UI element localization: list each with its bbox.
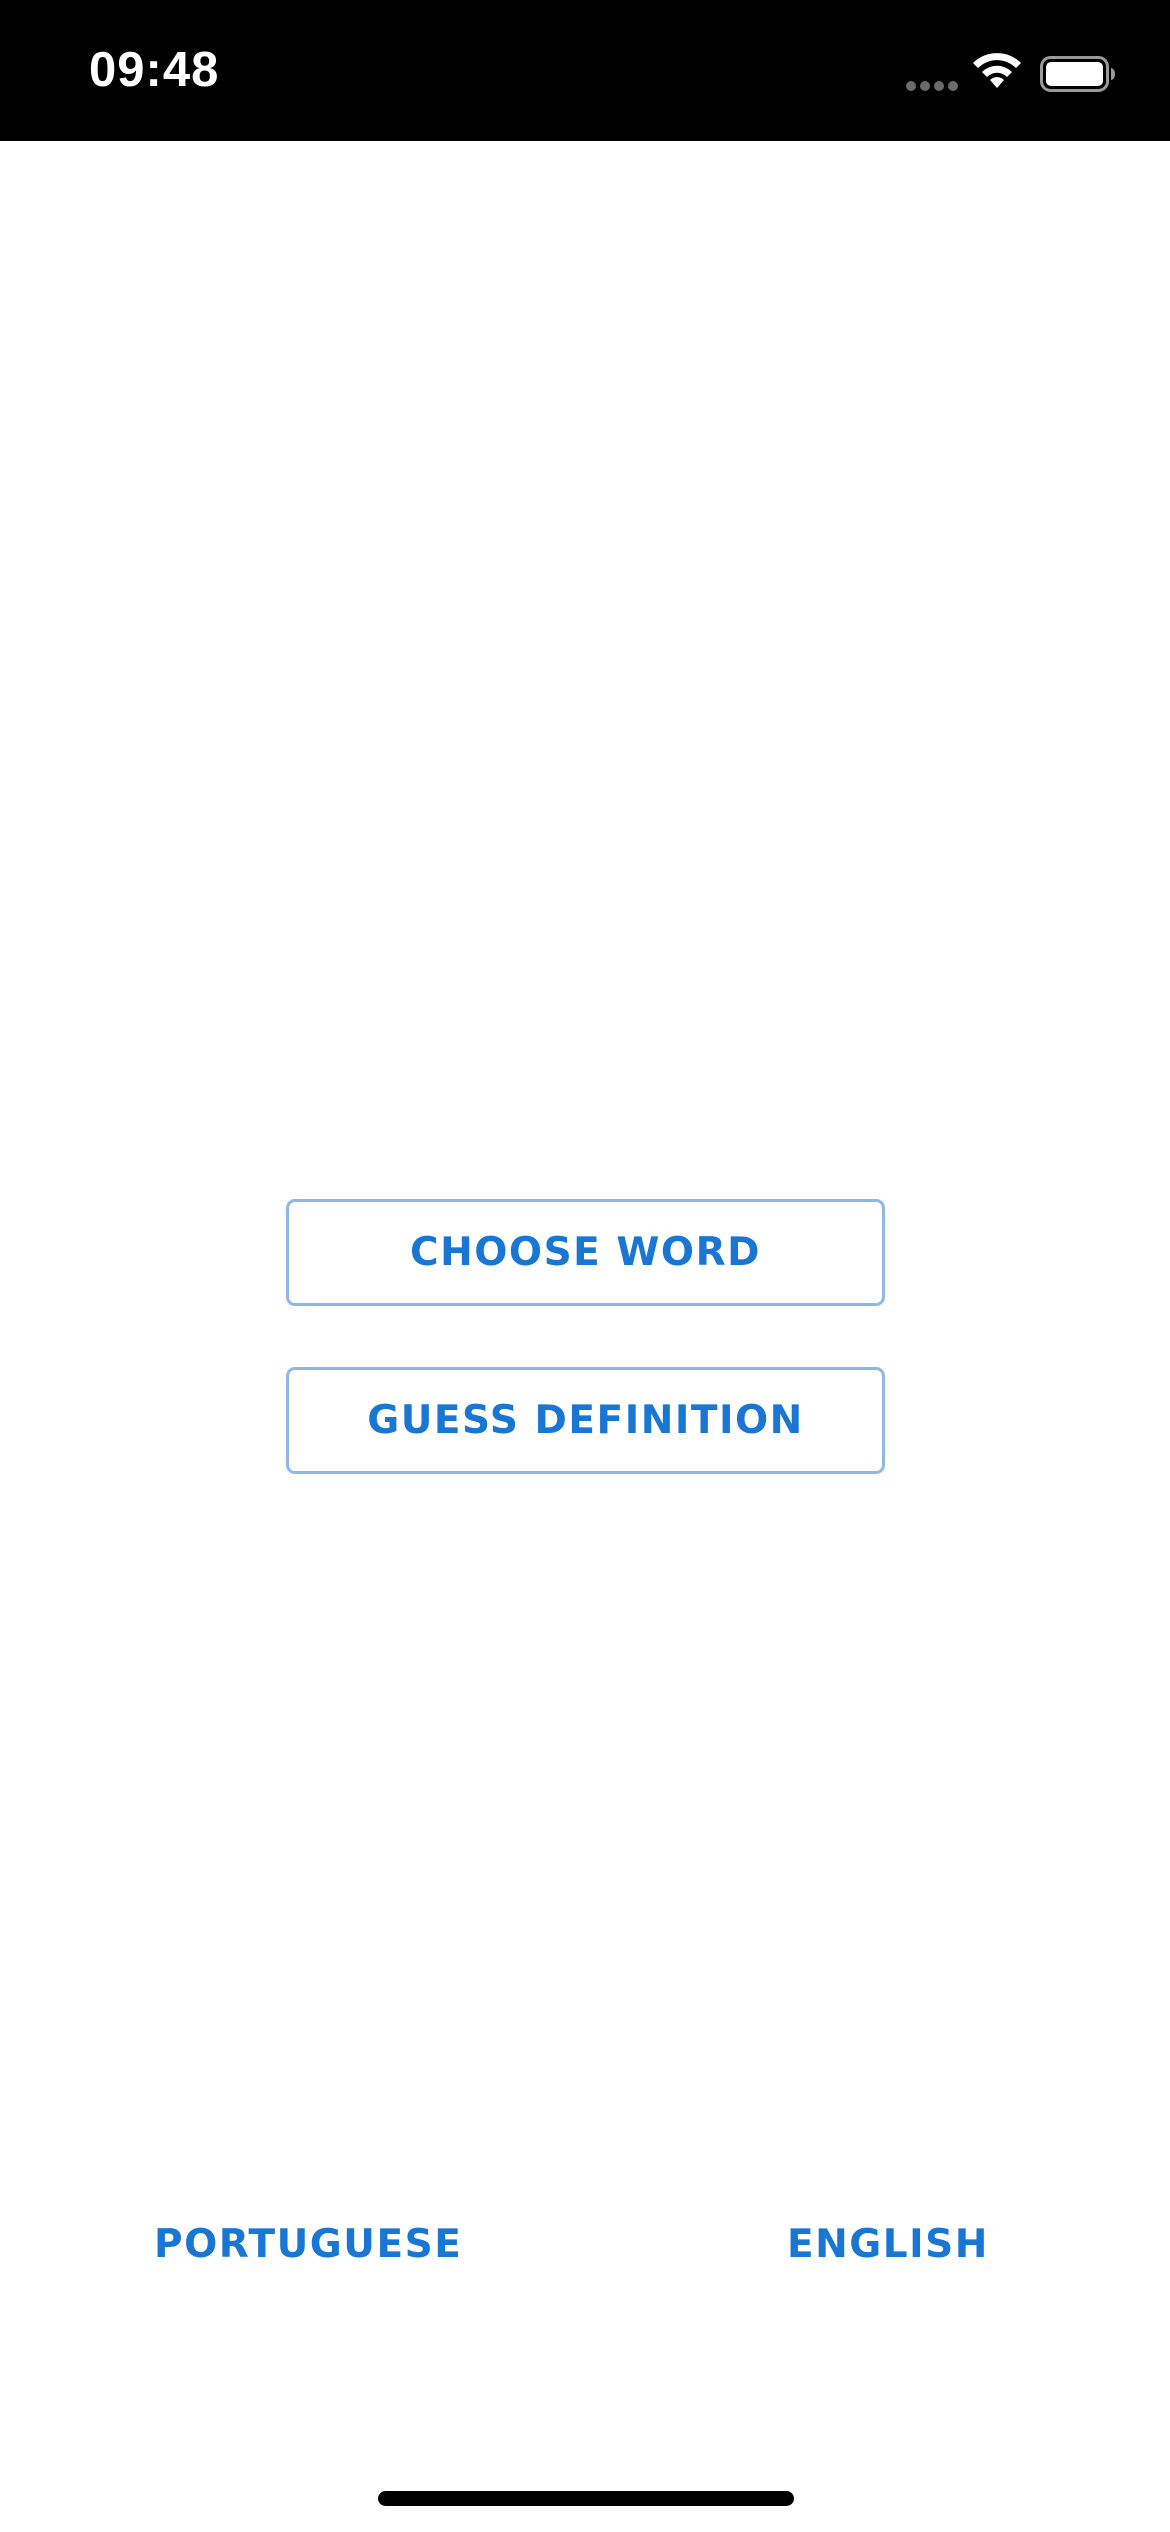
portuguese-language-button[interactable]: PORTUGUESE [154, 2222, 462, 2267]
guess-definition-label: GUESS DEFINITION [367, 1398, 804, 1443]
signal-dots-icon [906, 81, 960, 91]
status-time: 09:48 [89, 43, 220, 97]
choose-word-button[interactable]: CHOOSE WORD [286, 1199, 885, 1306]
battery-icon [1040, 56, 1115, 92]
choose-word-label: CHOOSE WORD [410, 1230, 761, 1275]
app-screen: 09:48 CHOOSE WORD GUESS DEFINITION PORTU… [0, 0, 1170, 2532]
english-language-button[interactable]: ENGLISH [787, 2222, 989, 2267]
wifi-icon [973, 53, 1021, 88]
guess-definition-button[interactable]: GUESS DEFINITION [286, 1367, 885, 1474]
status-bar: 09:48 [0, 0, 1170, 141]
home-indicator[interactable] [378, 2491, 794, 2506]
